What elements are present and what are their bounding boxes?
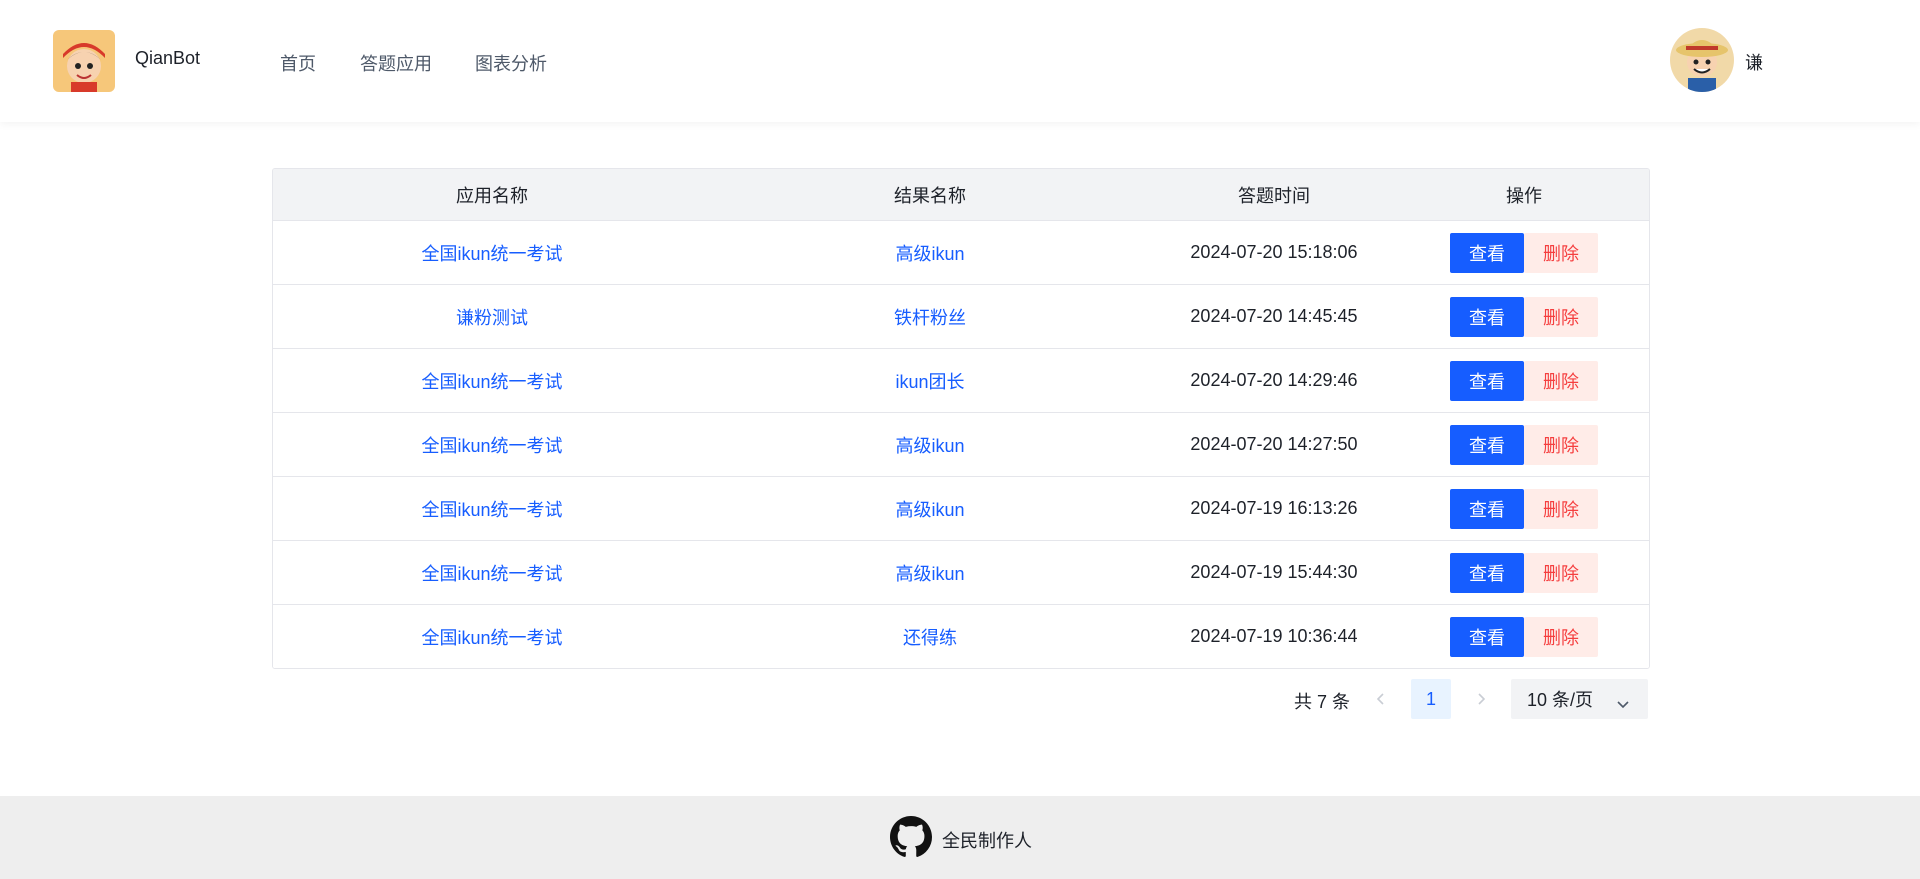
delete-button[interactable]: 删除 [1524,488,1598,529]
view-button[interactable]: 查看 [1450,296,1524,337]
table-row: 全国ikun统一考试 高级ikun 2024-07-20 14:27:50 查看… [273,413,1649,477]
answer-time: 2024-07-19 16:13:26 [1190,498,1358,518]
column-header-result-name: 结果名称 [894,185,966,206]
answer-time: 2024-07-20 14:45:45 [1190,306,1358,326]
column-header-answer-time: 答题时间 [1238,185,1310,206]
view-button[interactable]: 查看 [1450,552,1524,593]
app-name-link[interactable]: 全国ikun统一考试 [273,496,711,522]
chevron-left-icon [1376,690,1386,711]
view-button[interactable]: 查看 [1450,232,1524,273]
table-row: 谦粉测试 铁杆粉丝 2024-07-20 14:45:45 查看 删除 [273,285,1649,349]
chevron-down-icon [1616,693,1630,714]
delete-button[interactable]: 删除 [1524,552,1598,593]
answer-time: 2024-07-20 14:29:46 [1190,370,1358,390]
answer-time: 2024-07-19 15:44:30 [1190,562,1358,582]
answer-time: 2024-07-19 10:36:44 [1190,626,1358,646]
chevron-right-icon [1476,690,1486,711]
result-name-link[interactable]: 还得练 [711,624,1149,650]
app-name-link[interactable]: 全国ikun统一考试 [273,432,711,458]
answer-time: 2024-07-20 14:27:50 [1190,434,1358,454]
footer-text: 全民制作人 [942,831,1032,851]
nav-item-quiz-apps[interactable]: 答题应用 [360,50,432,76]
answer-records-table: 应用名称 结果名称 答题时间 操作 全国ikun统一考试 高级ikun 2024… [272,168,1650,669]
table-row: 全国ikun统一考试 ikun团长 2024-07-20 14:29:46 查看… [273,349,1649,413]
user-avatar[interactable] [1670,28,1734,92]
pagination-total: 共 7 条 [1294,692,1351,712]
table-row: 全国ikun统一考试 高级ikun 2024-07-20 15:18:06 查看… [273,221,1649,285]
delete-button[interactable]: 删除 [1524,232,1598,273]
app-name-link[interactable]: 全国ikun统一考试 [273,368,711,394]
page-size-value: 10 条/页 [1527,690,1594,710]
table-row: 全国ikun统一考试 还得练 2024-07-19 10:36:44 查看 删除 [273,605,1649,668]
result-name-link[interactable]: 铁杆粉丝 [711,304,1149,330]
app-logo[interactable] [53,30,115,92]
delete-button[interactable]: 删除 [1524,296,1598,337]
result-name-link[interactable]: 高级ikun [711,496,1149,522]
table-header: 应用名称 结果名称 答题时间 操作 [273,169,1649,221]
delete-button[interactable]: 删除 [1524,360,1598,401]
result-name-link[interactable]: 高级ikun [711,560,1149,586]
delete-button[interactable]: 删除 [1524,616,1598,657]
username[interactable]: 谦 [1745,49,1763,75]
result-name-link[interactable]: ikun团长 [711,368,1149,394]
nav-item-chart-analysis[interactable]: 图表分析 [475,50,547,76]
app-name-link[interactable]: 全国ikun统一考试 [273,560,711,586]
table-row: 全国ikun统一考试 高级ikun 2024-07-19 15:44:30 查看… [273,541,1649,605]
nav-item-home[interactable]: 首页 [280,50,316,76]
prev-page-button[interactable] [1361,680,1401,720]
column-header-app-name: 应用名称 [456,185,528,206]
view-button[interactable]: 查看 [1450,616,1524,657]
footer: 全民制作人 [0,796,1920,879]
view-button[interactable]: 查看 [1450,424,1524,465]
top-navbar: QianBot 首页 答题应用 图表分析 谦 [0,0,1920,122]
github-icon[interactable] [890,816,932,858]
page-size-select[interactable]: 10 条/页 [1511,679,1648,719]
next-page-button[interactable] [1461,680,1501,720]
table-row: 全国ikun统一考试 高级ikun 2024-07-19 16:13:26 查看… [273,477,1649,541]
result-name-link[interactable]: 高级ikun [711,432,1149,458]
column-header-actions: 操作 [1506,185,1542,206]
result-name-link[interactable]: 高级ikun [711,240,1149,266]
answer-time: 2024-07-20 15:18:06 [1190,242,1358,262]
brand-name: QianBot [135,48,201,68]
view-button[interactable]: 查看 [1450,360,1524,401]
app-name-link[interactable]: 全国ikun统一考试 [273,240,711,266]
view-button[interactable]: 查看 [1450,488,1524,529]
app-name-link[interactable]: 谦粉测试 [273,304,711,330]
delete-button[interactable]: 删除 [1524,424,1598,465]
app-name-link[interactable]: 全国ikun统一考试 [273,624,711,650]
page-number-current[interactable]: 1 [1411,679,1451,719]
